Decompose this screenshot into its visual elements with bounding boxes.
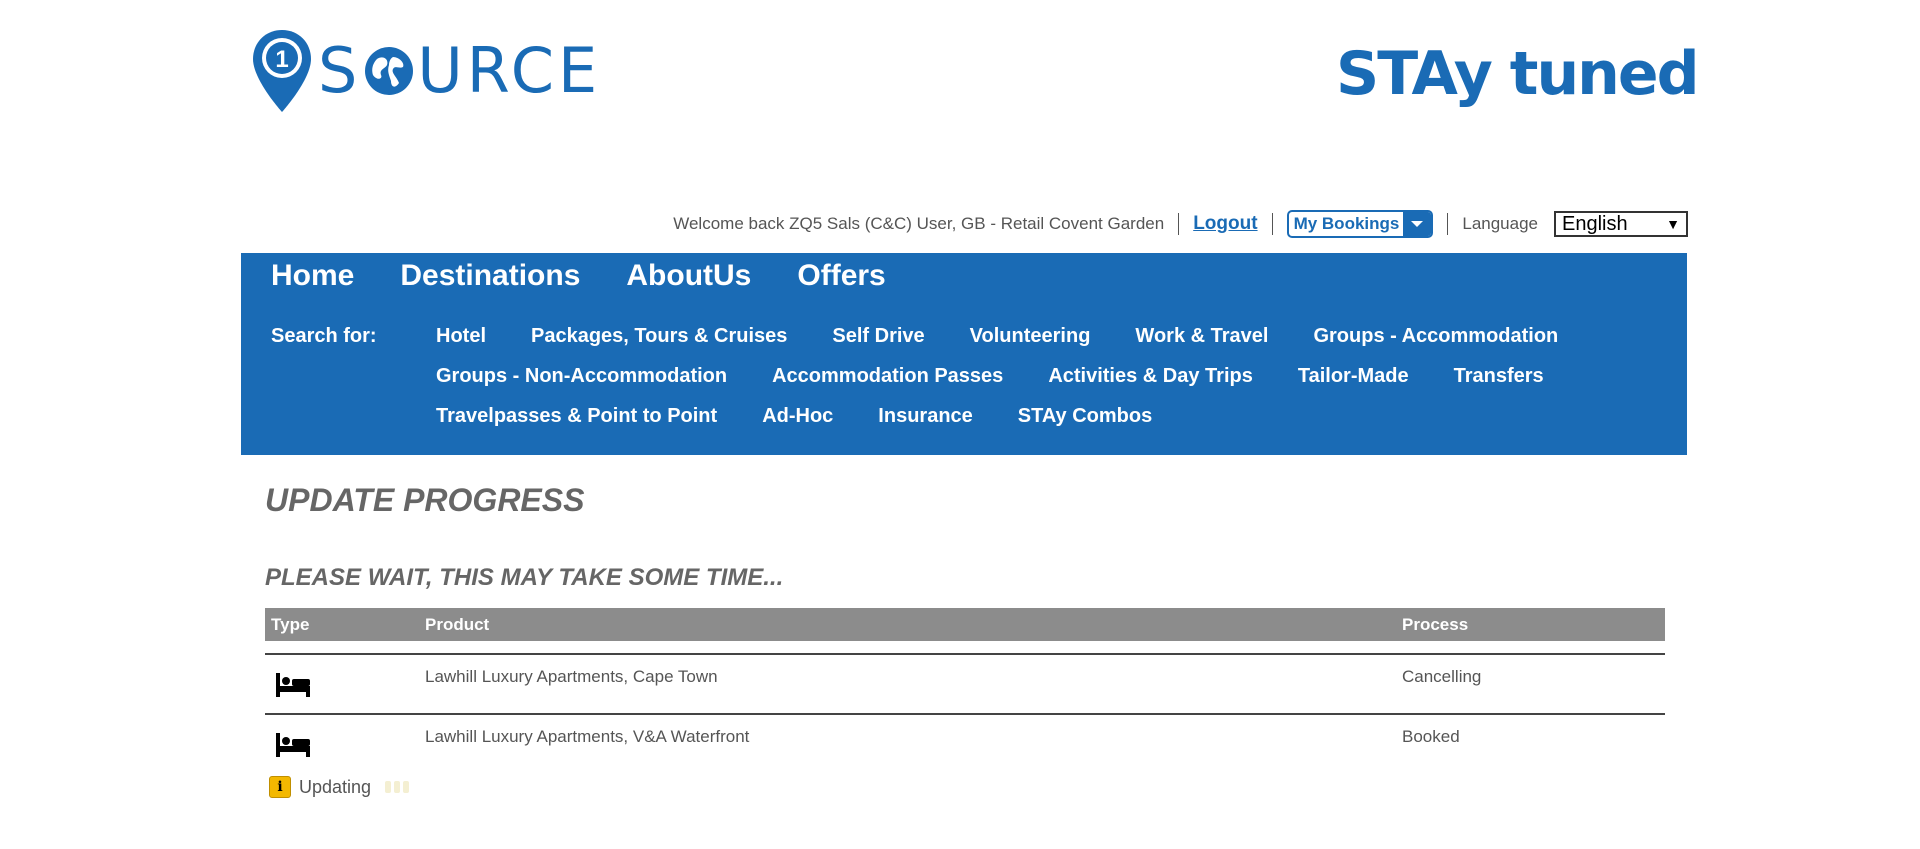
main-navigation: Home Destinations AboutUs Offers Search … [241,253,1687,455]
language-select[interactable]: English ▼ [1554,211,1688,237]
search-for-label: Search for: [271,325,377,347]
page-subtitle: PLEASE WAIT, THIS MAY TAKE SOME TIME... [265,564,784,591]
update-status: i Updating [269,776,410,798]
nav-destinations[interactable]: Destinations [400,259,580,293]
search-link-groups-non-accommodation[interactable]: Groups - Non-Accommodation [436,365,727,387]
search-link-work-travel[interactable]: Work & Travel [1135,325,1268,347]
search-link-insurance[interactable]: Insurance [878,405,972,427]
process-status: Cancelling [1402,667,1482,686]
search-link-volunteering[interactable]: Volunteering [970,325,1091,347]
search-link-activities[interactable]: Activities & Day Trips [1048,365,1253,387]
dropdown-arrow-icon: ▼ [1666,216,1680,232]
table-header: Type Product Process [265,608,1665,641]
progress-table: Type Product Process Lawhill Luxury Apar… [265,608,1665,773]
product-name: Lawhill Luxury Apartments, Cape Town [425,667,718,686]
product-name: Lawhill Luxury Apartments, V&A Waterfron… [425,727,750,746]
updating-text: Updating [299,776,372,797]
info-icon: i [269,776,291,798]
globe-icon [365,47,414,95]
logo-wordmark: S URCE [318,40,601,102]
logo-letters-urce: URCE [417,34,602,107]
bed-icon [276,673,310,697]
one-source-logo[interactable]: 1 S URCE [250,28,601,114]
search-link-ad-hoc[interactable]: Ad-Hoc [762,405,833,427]
stay-tuned-logo[interactable]: STAy tuned [1336,44,1700,104]
logout-link[interactable]: Logout [1193,213,1257,235]
search-link-accommodation-passes[interactable]: Accommodation Passes [772,365,1003,387]
header-type: Type [271,615,310,634]
my-bookings-button[interactable]: My Bookings [1286,210,1434,238]
location-pin-icon: 1 [253,30,311,112]
language-value: English [1562,212,1628,235]
search-category-links: Hotel Packages, Tours & Cruises Self Dri… [436,325,1676,427]
user-bar: Welcome back ZQ5 Sals (C&C) User, GB - R… [0,210,1688,238]
search-link-groups-accommodation[interactable]: Groups - Accommodation [1313,325,1558,347]
search-link-packages[interactable]: Packages, Tours & Cruises [531,325,787,347]
header-process: Process [1402,615,1469,634]
divider [1178,213,1180,235]
search-link-stay-combos[interactable]: STAy Combos [1018,405,1152,427]
search-link-travelpasses[interactable]: Travelpasses & Point to Point [436,405,717,427]
divider [1271,213,1273,235]
nav-home[interactable]: Home [271,259,354,293]
table-row: Lawhill Luxury Apartments, V&A Waterfron… [265,713,1665,773]
pin-number: 1 [275,46,288,73]
my-bookings-label: My Bookings [1293,214,1400,233]
search-link-self-drive[interactable]: Self Drive [832,325,924,347]
page: 1 S URCE STAy tuned Welcome back ZQ5 Sal… [0,0,1920,849]
loading-spinner-icon [385,781,410,793]
search-link-hotel[interactable]: Hotel [436,325,486,347]
header-product: Product [425,615,490,634]
nav-offers[interactable]: Offers [797,259,885,293]
table-row: Lawhill Luxury Apartments, Cape Town Can… [265,653,1665,713]
bed-icon [276,733,310,757]
page-title: UPDATE PROGRESS [265,482,585,518]
chevron-down-icon[interactable] [1403,212,1432,236]
language-label: Language [1462,214,1538,233]
search-link-tailor-made[interactable]: Tailor-Made [1298,365,1409,387]
divider [1447,213,1449,235]
nav-aboutus[interactable]: AboutUs [626,259,751,293]
table-spacer [265,641,1665,653]
process-status: Booked [1402,727,1460,746]
primary-nav: Home Destinations AboutUs Offers [271,259,932,293]
logo-letter-s: S [318,34,362,107]
search-link-transfers[interactable]: Transfers [1454,365,1544,387]
welcome-text: Welcome back ZQ5 Sals (C&C) User, GB - R… [673,214,1165,233]
